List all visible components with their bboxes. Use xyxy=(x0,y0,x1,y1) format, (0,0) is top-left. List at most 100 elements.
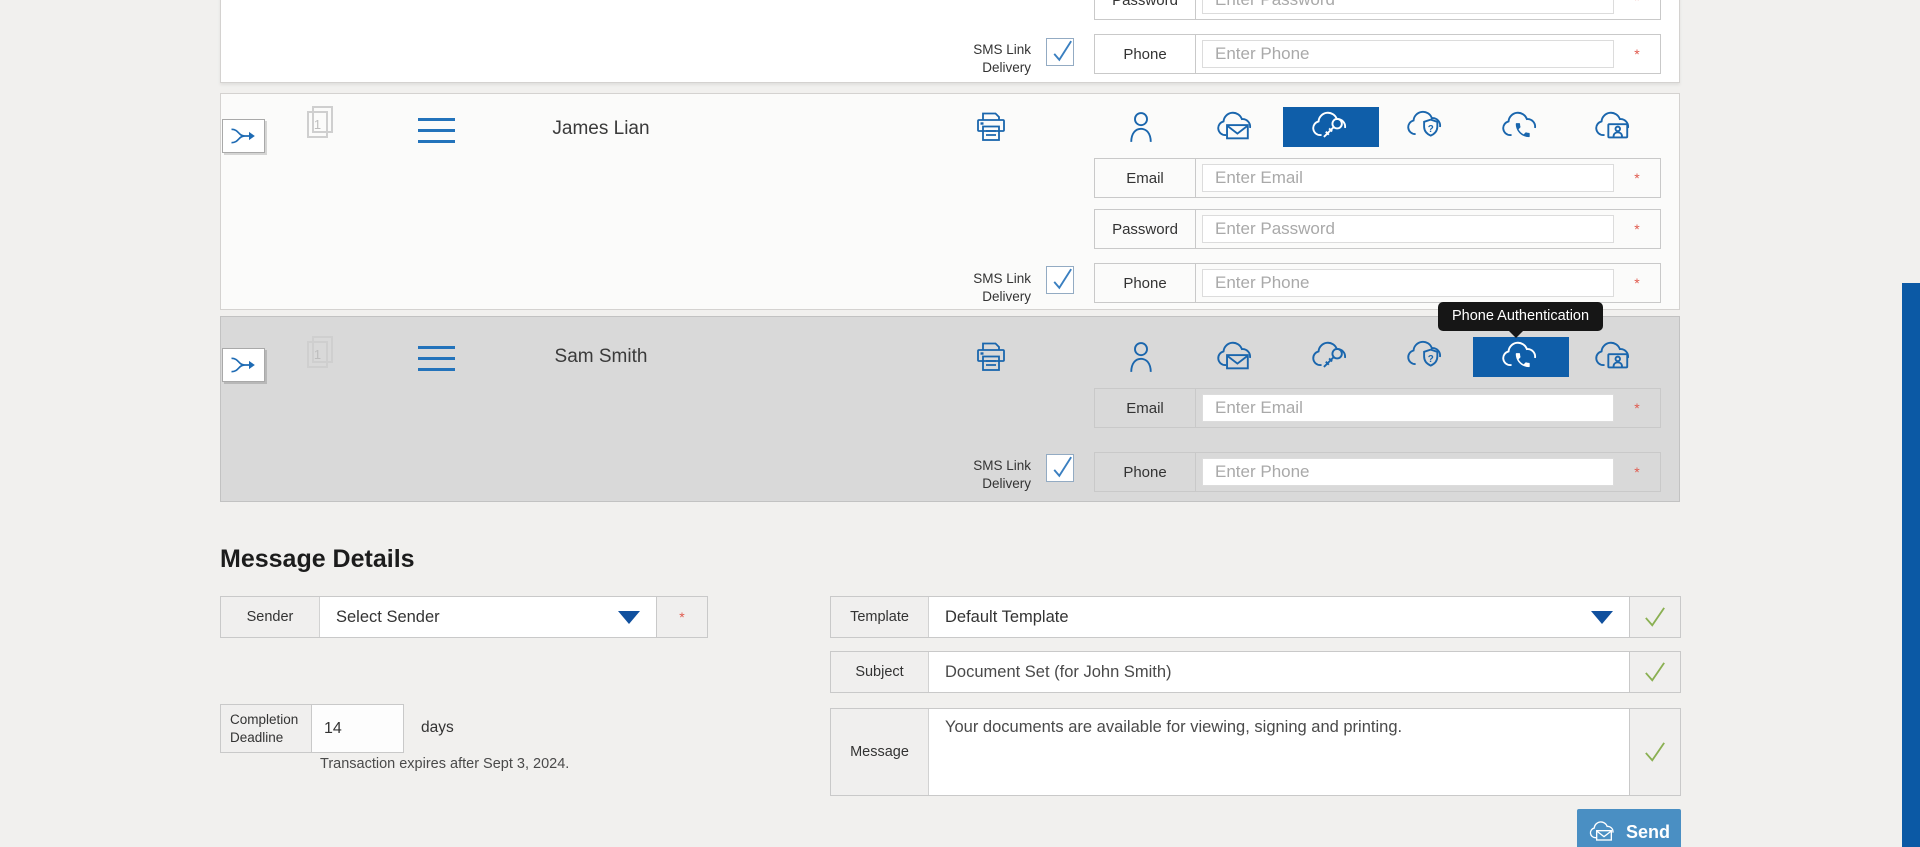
drag-handle-icon[interactable] xyxy=(418,346,455,371)
required-asterisk: * xyxy=(1634,464,1640,480)
sender-row: Sender Select Sender * xyxy=(220,596,708,638)
phone-field-row: Phone * xyxy=(1094,452,1661,492)
signing-order-button[interactable] xyxy=(222,348,265,382)
completion-deadline-value[interactable]: 14 xyxy=(312,705,403,752)
recipient-row-james-lian[interactable]: 1 James Lian Email * xyxy=(220,93,1680,310)
sender-label: Sender xyxy=(246,609,294,625)
phone-field-row: Phone * xyxy=(1094,34,1661,74)
password-auth-button[interactable] xyxy=(1283,337,1379,377)
field-label: Password xyxy=(1095,0,1196,19)
checkmark-icon xyxy=(1053,40,1072,62)
documents-icon: 1 xyxy=(307,336,333,368)
message-label: Message xyxy=(850,744,909,760)
subject-valid-check xyxy=(1630,652,1680,692)
sms-link-delivery-checkbox[interactable] xyxy=(1046,454,1074,482)
sender-select[interactable]: Select Sender xyxy=(319,597,657,637)
phone-input[interactable] xyxy=(1202,458,1614,486)
email-field-row: Email * xyxy=(1094,158,1661,198)
qa-auth-button[interactable] xyxy=(1378,337,1474,377)
signer-icon xyxy=(1128,340,1154,374)
password-auth-button[interactable] xyxy=(1283,107,1379,147)
scrollbar-thumb[interactable] xyxy=(1902,283,1920,847)
password-input[interactable] xyxy=(1202,215,1614,243)
field-label: Password xyxy=(1095,210,1196,248)
green-check-icon xyxy=(1643,661,1667,683)
tooltip-phone-authentication: Phone Authentication xyxy=(1438,302,1604,338)
password-input[interactable] xyxy=(1202,0,1614,14)
recipient-name: Sam Smith xyxy=(554,346,648,367)
signer-button[interactable] xyxy=(1093,107,1189,147)
signing-order-button[interactable] xyxy=(222,119,265,153)
template-row: Template Default Template xyxy=(830,596,1681,638)
email-input[interactable] xyxy=(1202,394,1614,422)
password-field-row: Password * xyxy=(1094,0,1661,20)
sender-select-value: Select Sender xyxy=(336,607,440,626)
id-card-auth-button[interactable] xyxy=(1566,107,1662,147)
phone-auth-button[interactable] xyxy=(1473,107,1569,147)
sms-link-delivery-checkbox[interactable] xyxy=(1046,266,1074,294)
required-asterisk: * xyxy=(1634,400,1640,416)
expiry-note: Transaction expires after Sept 3, 2024. xyxy=(320,756,570,772)
recipient-row-0[interactable]: Password * SMS Link Delivery Phone * xyxy=(220,0,1680,83)
sms-link-delivery-label: SMS Link Delivery xyxy=(973,458,1031,491)
subject-row: Subject xyxy=(830,651,1681,693)
message-details-heading: Message Details xyxy=(220,545,415,573)
phone-input[interactable] xyxy=(1202,40,1614,68)
required-asterisk: * xyxy=(1634,46,1640,62)
signer-button[interactable] xyxy=(1093,337,1189,377)
template-select[interactable]: Default Template xyxy=(928,597,1630,637)
printer-icon xyxy=(973,340,1009,374)
send-cloud-mail-icon xyxy=(1588,820,1618,844)
drag-handle-icon[interactable] xyxy=(418,118,455,143)
required-asterisk: * xyxy=(1634,221,1640,237)
template-label: Template xyxy=(850,609,909,625)
message-row: Message xyxy=(830,708,1681,796)
id-card-auth-button[interactable] xyxy=(1566,337,1662,377)
id-card-auth-icon xyxy=(1593,340,1635,374)
phone-auth-button[interactable] xyxy=(1473,337,1569,377)
checkmark-icon xyxy=(1053,456,1072,478)
signing-order-icon xyxy=(229,125,259,147)
print-delivery-button[interactable] xyxy=(969,107,1013,147)
field-label: Phone xyxy=(1095,453,1196,491)
sms-link-delivery-checkbox[interactable] xyxy=(1046,38,1074,66)
recipient-row-sam-smith[interactable]: 1 Sam Smith Email * xyxy=(220,316,1680,502)
document-count: 1 xyxy=(313,117,322,132)
phone-auth-icon xyxy=(1500,340,1542,374)
field-label: Email xyxy=(1095,159,1196,197)
subject-input[interactable] xyxy=(945,662,1613,682)
qa-auth-button[interactable] xyxy=(1378,107,1474,147)
message-textarea[interactable] xyxy=(945,709,1613,795)
print-delivery-button[interactable] xyxy=(969,337,1013,377)
email-delivery-button[interactable] xyxy=(1188,337,1284,377)
green-check-icon xyxy=(1643,741,1667,763)
chevron-down-icon xyxy=(1591,611,1613,624)
sms-link-delivery-label: SMS Link Delivery xyxy=(973,271,1031,304)
send-transaction-page: Password * SMS Link Delivery Phone * 1 xyxy=(0,0,1920,847)
template-select-value: Default Template xyxy=(945,607,1069,626)
chevron-down-icon xyxy=(618,611,640,624)
phone-input[interactable] xyxy=(1202,269,1614,297)
qa-auth-icon xyxy=(1405,110,1447,144)
field-label: Phone xyxy=(1095,264,1196,302)
signing-order-icon xyxy=(229,354,259,376)
email-delivery-button[interactable] xyxy=(1188,107,1284,147)
email-delivery-icon xyxy=(1215,110,1257,144)
required-asterisk: * xyxy=(679,609,685,625)
email-field-row: Email * xyxy=(1094,388,1661,428)
password-auth-icon xyxy=(1310,340,1352,374)
email-input[interactable] xyxy=(1202,164,1614,192)
send-button-label: Send xyxy=(1625,821,1670,842)
deadline-unit-label: days xyxy=(421,719,454,736)
required-asterisk: * xyxy=(1634,0,1640,8)
recipient-name: James Lian xyxy=(552,118,650,139)
qa-auth-icon xyxy=(1405,340,1447,374)
required-asterisk: * xyxy=(1634,170,1640,186)
printer-icon xyxy=(973,110,1009,144)
send-button[interactable]: Send xyxy=(1577,809,1681,847)
checkmark-icon xyxy=(1053,268,1072,290)
signer-icon xyxy=(1128,110,1154,144)
password-field-row: Password * xyxy=(1094,209,1661,249)
message-valid-check xyxy=(1630,709,1680,795)
green-check-icon xyxy=(1643,606,1667,628)
